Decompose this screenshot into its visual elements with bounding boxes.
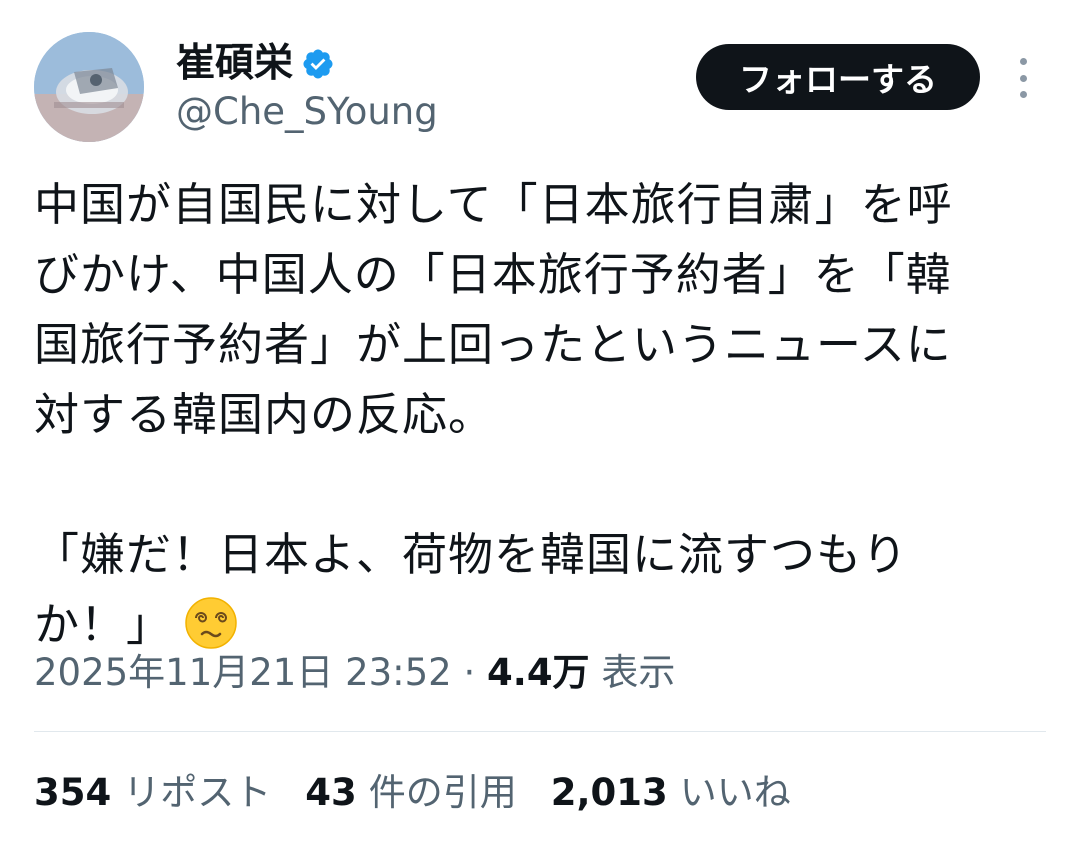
tweet-quote-text: か！」	[34, 598, 173, 651]
more-dot	[1019, 74, 1027, 82]
likes-count: 2,013	[550, 771, 668, 814]
reposts-label: リポスト	[123, 771, 272, 814]
timestamp-link[interactable]: 2025年11月21日 23:52	[34, 651, 452, 694]
tweet-text: 中国が自国民に対して「日本旅行自粛」を呼 びかけ、中国人の「日本旅行予約者」を「…	[34, 170, 1044, 660]
reposts-stat[interactable]: 354 リポスト	[34, 764, 271, 822]
author-handle[interactable]: @Che_SYoung	[176, 88, 438, 136]
quotes-count: 43	[305, 771, 357, 814]
tweet-line: 対する韓国内の反応。	[34, 388, 495, 441]
quotes-stat[interactable]: 43 件の引用	[305, 764, 517, 822]
tweet-line: 国旅行予約者」が上回ったというニュースに	[34, 318, 952, 371]
tweet-line: 中国が自国民に対して「日本旅行自粛」を呼	[34, 178, 953, 231]
engagement-stats: 354 リポスト 43 件の引用 2,013 いいね	[34, 764, 825, 822]
tweet-detail: 崔碩栄 @Che_SYoung フォローする 中国が自国民に対して「日本旅行自粛…	[0, 0, 1080, 846]
likes-label: いいね	[679, 771, 791, 814]
divider	[34, 731, 1046, 732]
views-count: 4.4万	[487, 651, 590, 694]
meta-separator: ·	[463, 651, 476, 694]
dizzy-face-emoji-icon	[185, 597, 237, 649]
more-vertical-icon[interactable]	[1008, 58, 1038, 98]
tweet-line: びかけ、中国人の「日本旅行予約者」を「韓	[34, 248, 952, 301]
quotes-label: 件の引用	[368, 771, 517, 814]
more-dot	[1019, 58, 1027, 65]
display-name[interactable]: 崔碩栄	[176, 40, 293, 88]
tweet-quote-line: 「嫌だ！日本よ、荷物を韓国に流すつもり	[34, 528, 909, 581]
display-name-row[interactable]: 崔碩栄	[176, 40, 335, 88]
likes-stat[interactable]: 2,013 いいね	[551, 764, 791, 822]
avatar[interactable]	[34, 32, 144, 142]
more-dot	[1019, 91, 1027, 98]
views-label: 表示	[601, 651, 676, 694]
follow-button[interactable]: フォローする	[696, 44, 980, 110]
reposts-count: 354	[34, 771, 112, 814]
avatar-image	[34, 32, 144, 142]
verified-badge-icon	[303, 49, 333, 79]
tweet-meta: 2025年11月21日 23:52 · 4.4万 表示	[34, 646, 675, 700]
